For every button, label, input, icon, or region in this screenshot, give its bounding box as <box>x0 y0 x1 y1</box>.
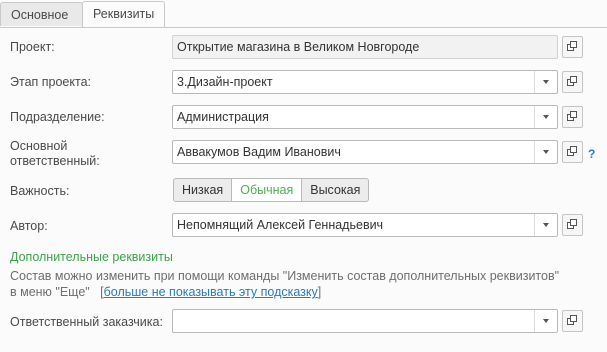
importance-selector: Низкая Обычная Высокая <box>173 178 370 202</box>
open-window-icon <box>567 41 577 51</box>
department-value: Администрация <box>177 110 269 124</box>
tab-bar: Основное Реквизиты <box>0 0 607 28</box>
responsible-open-button[interactable] <box>562 141 583 163</box>
chevron-down-icon <box>543 223 549 227</box>
stage-field[interactable]: 3.Дизайн-проект <box>172 70 558 94</box>
open-window-icon <box>567 146 577 156</box>
responsible-label: Основной ответственный: <box>10 139 100 169</box>
author-value: Непомнящий Алексей Геннадьевич <box>177 218 384 232</box>
customer-responsible-label: Ответственный заказчика: <box>10 315 163 329</box>
help-icon[interactable]: ? <box>588 147 595 161</box>
additional-requisites-title: Дополнительные реквизиты <box>10 250 173 264</box>
chevron-down-icon <box>543 80 549 84</box>
open-window-icon <box>567 219 577 229</box>
hide-hint-link[interactable]: больше не показывать эту подсказку <box>104 285 318 299</box>
importance-option-normal[interactable]: Обычная <box>231 178 303 202</box>
author-open-button[interactable] <box>562 214 583 236</box>
responsible-field[interactable]: Аввакумов Вадим Иванович <box>172 140 558 164</box>
responsible-value: Аввакумов Вадим Иванович <box>177 145 341 159</box>
project-value: Открытие магазина в Великом Новгороде <box>177 40 420 54</box>
hint-line1: Состав можно изменить при помощи команды… <box>10 269 560 283</box>
customer-responsible-field[interactable] <box>172 309 558 333</box>
department-field[interactable]: Администрация <box>172 105 558 129</box>
chevron-down-icon <box>543 150 549 154</box>
department-open-button[interactable] <box>562 106 583 128</box>
responsible-label-line1: Основной <box>10 139 68 153</box>
author-dropdown-button[interactable] <box>534 214 557 236</box>
tab-main[interactable]: Основное <box>0 2 83 26</box>
tab-bar-divider <box>0 27 607 28</box>
importance-label: Важность: <box>10 184 70 198</box>
hint-link-bracket-open: [ <box>93 285 104 299</box>
project-label: Проект: <box>10 40 55 54</box>
open-window-icon <box>567 76 577 86</box>
tab-requisites[interactable]: Реквизиты <box>82 1 165 27</box>
stage-open-button[interactable] <box>562 71 583 93</box>
department-dropdown-button[interactable] <box>534 106 557 128</box>
hint-line2: в меню "Еще" <box>10 285 90 299</box>
customer-responsible-dropdown-button[interactable] <box>534 310 557 332</box>
open-window-icon <box>567 111 577 121</box>
stage-value: 3.Дизайн-проект <box>177 75 273 89</box>
additional-requisites-hint: Состав можно изменить при помощи команды… <box>10 268 600 300</box>
hint-line2-row: в меню "Еще" [больше не показывать эту п… <box>10 284 600 300</box>
importance-option-low[interactable]: Низкая <box>173 178 233 202</box>
open-window-icon <box>567 315 577 325</box>
responsible-label-line2: ответственный: <box>10 154 100 168</box>
author-field[interactable]: Непомнящий Алексей Геннадьевич <box>172 213 558 237</box>
responsible-dropdown-button[interactable] <box>534 141 557 163</box>
project-open-button[interactable] <box>562 36 583 58</box>
stage-label: Этап проекта: <box>10 75 92 89</box>
importance-option-high[interactable]: Высокая <box>301 178 370 202</box>
stage-dropdown-button[interactable] <box>534 71 557 93</box>
customer-responsible-open-button[interactable] <box>562 310 583 332</box>
hint-link-bracket-close: ] <box>317 285 322 299</box>
department-label: Подразделение: <box>10 110 105 124</box>
project-field[interactable]: Открытие магазина в Великом Новгороде <box>172 35 558 59</box>
author-label: Автор: <box>10 219 48 233</box>
chevron-down-icon <box>543 319 549 323</box>
chevron-down-icon <box>543 115 549 119</box>
